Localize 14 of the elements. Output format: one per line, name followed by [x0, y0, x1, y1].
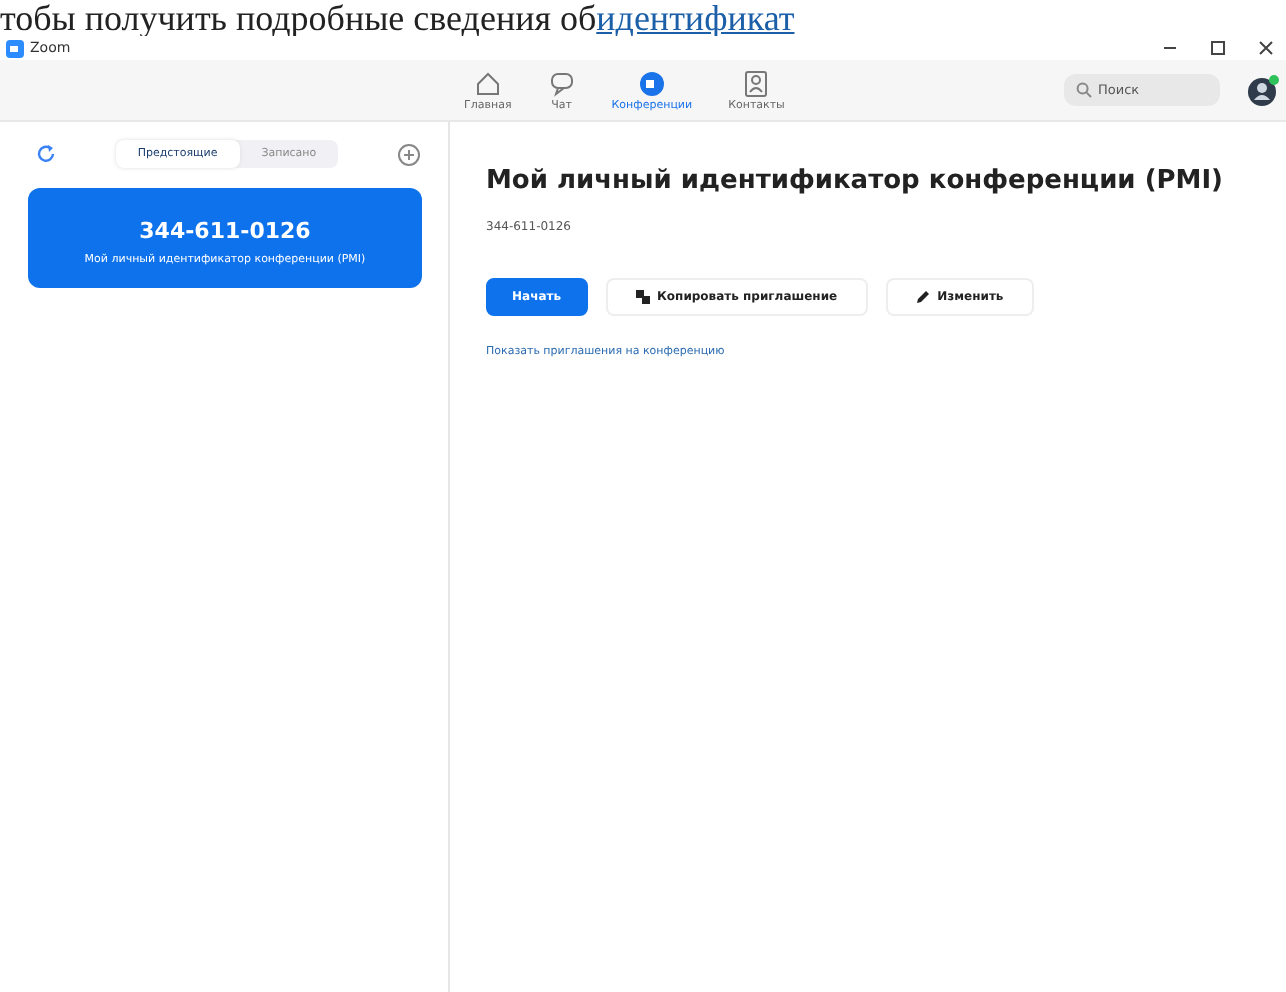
meeting-title: Мой личный идентификатор конференции (PMI) [486, 166, 1226, 196]
pencil-icon [915, 290, 930, 304]
speech-bubble-icon [547, 69, 576, 97]
avatar-icon[interactable] [1248, 74, 1280, 106]
refresh-icon[interactable] [36, 144, 56, 164]
meeting-number: 344-611-0126 [137, 218, 313, 244]
contact-card-icon [742, 69, 771, 97]
copy-icon [635, 290, 650, 304]
house-icon [473, 69, 502, 97]
page-text: тобы получить подробные сведения об [0, 0, 597, 36]
maximize-icon[interactable] [1210, 40, 1226, 56]
text-link[interactable]: идентификат [596, 0, 795, 36]
add-icon[interactable] [397, 143, 420, 165]
close-icon[interactable] [1258, 40, 1274, 56]
